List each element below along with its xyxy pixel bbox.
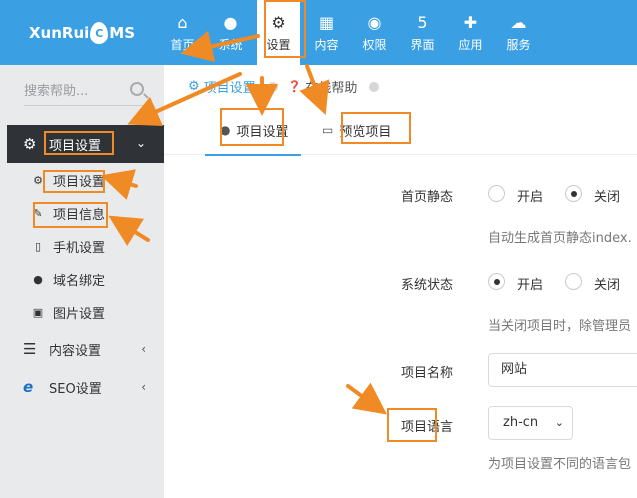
annotation-arrows bbox=[100, 30, 387, 415]
arrow bbox=[108, 215, 150, 247]
arrow bbox=[100, 169, 138, 200]
arrow bbox=[346, 382, 387, 415]
arrow bbox=[127, 72, 242, 127]
arrow bbox=[180, 30, 260, 63]
arrow bbox=[299, 64, 330, 115]
